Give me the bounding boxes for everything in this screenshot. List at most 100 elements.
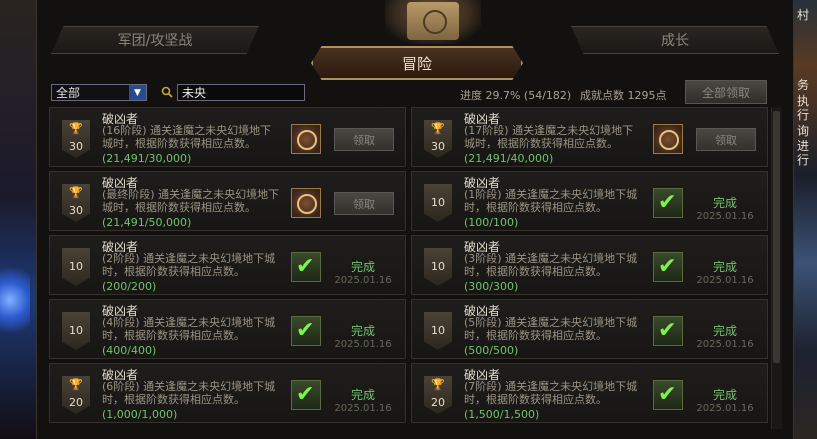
completed-check-icon: ✔ bbox=[653, 188, 683, 218]
reward-seal-icon bbox=[653, 124, 683, 154]
reward-badge: 🏆 30 bbox=[62, 120, 90, 158]
achievement-card: 🏆 30 破凶者 (16阶段) 通关逢魔之未央幻境地下城时，根据阶数获得相应点数。 (2… bbox=[49, 107, 406, 167]
filter-value: 全部 bbox=[56, 86, 81, 100]
achievement-card: 🏆 30 破凶者 (最终阶段) 通关逢魔之未央幻境地下城时，根据阶数获得相应点数。 (2… bbox=[49, 171, 406, 231]
achievement-progress: (300/300) bbox=[464, 280, 519, 293]
category-filter-select[interactable]: 全部 ▼ bbox=[51, 84, 147, 101]
background-right-scene bbox=[792, 0, 817, 439]
completed-label: 完成 bbox=[712, 324, 737, 338]
badge-points: 20 bbox=[69, 396, 83, 409]
achievement-window: 军团/攻坚战 成长 冒险 全部 ▼ 进度 29.7% (54/182) 成就点数… bbox=[36, 0, 794, 439]
completed-check-icon: ✔ bbox=[291, 252, 321, 282]
trophy-icon: 🏆 bbox=[431, 378, 445, 391]
completed-date: 2025.01.16 bbox=[696, 339, 754, 350]
reward-badge: 10 bbox=[424, 312, 452, 350]
completed-check-icon: ✔ bbox=[291, 316, 321, 346]
achievement-description: (7阶段) 通关逢魔之未央幻境地下城时，根据阶数获得相应点数。 bbox=[464, 380, 638, 406]
tab-legion[interactable]: 军团/攻坚战 bbox=[51, 26, 259, 54]
badge-points: 30 bbox=[431, 140, 445, 153]
reward-badge: 🏆 20 bbox=[424, 376, 452, 414]
achievement-progress: (1,000/1,000) bbox=[102, 408, 178, 421]
completed-date: 2025.01.16 bbox=[696, 275, 754, 286]
side-text-3: 执行 bbox=[797, 94, 810, 122]
achievement-card: 10 破凶者 (1阶段) 通关逢魔之未央幻境地下城时，根据阶数获得相应点数。 (100… bbox=[411, 171, 768, 231]
achievement-card: 10 破凶者 (2阶段) 通关逢魔之未央幻境地下城时，根据阶数获得相应点数。 (200… bbox=[49, 235, 406, 295]
completed-label: 完成 bbox=[350, 324, 375, 338]
completed-check-icon: ✔ bbox=[291, 380, 321, 410]
achievement-progress: (1,500/1,500) bbox=[464, 408, 540, 421]
reward-badge: 🏆 30 bbox=[424, 120, 452, 158]
achievement-list: 🏆 30 破凶者 (16阶段) 通关逢魔之未央幻境地下城时，根据阶数获得相应点数。 (2… bbox=[49, 107, 773, 435]
claim-button[interactable]: 领取 bbox=[334, 192, 394, 215]
completed-label: 完成 bbox=[712, 196, 737, 210]
badge-points: 10 bbox=[431, 260, 445, 273]
achievement-description: (最终阶段) 通关逢魔之未央幻境地下城时，根据阶数获得相应点数。 bbox=[102, 188, 280, 214]
achievement-card: 🏆 30 破凶者 (17阶段) 通关逢魔之未央幻境地下城时，根据阶数获得相应点数。 (2… bbox=[411, 107, 768, 167]
achievement-progress: (21,491/30,000) bbox=[102, 152, 192, 165]
claim-button[interactable]: 领取 bbox=[696, 128, 756, 151]
background-left-scene bbox=[0, 0, 36, 439]
reward-badge: 10 bbox=[62, 312, 90, 350]
badge-points: 10 bbox=[69, 324, 83, 337]
trophy-icon: 🏆 bbox=[69, 378, 83, 391]
completed-date: 2025.01.16 bbox=[696, 403, 754, 414]
tab-growth[interactable]: 成长 bbox=[571, 26, 779, 54]
achievement-description: (6阶段) 通关逢魔之未央幻境地下城时，根据阶数获得相应点数。 bbox=[102, 380, 276, 406]
achievement-description: (5阶段) 通关逢魔之未央幻境地下城时，根据阶数获得相应点数。 bbox=[464, 316, 638, 342]
trophy-icon: 🏆 bbox=[69, 186, 83, 199]
completed-check-icon: ✔ bbox=[653, 316, 683, 346]
completed-label: 完成 bbox=[350, 260, 375, 274]
side-text-5: 进行 bbox=[797, 139, 810, 167]
list-scrollbar[interactable] bbox=[771, 107, 782, 429]
badge-points: 10 bbox=[431, 324, 445, 337]
compass-dial bbox=[423, 10, 447, 34]
achievement-progress: (21,491/50,000) bbox=[102, 216, 192, 229]
completed-label: 完成 bbox=[350, 388, 375, 402]
search-icon bbox=[161, 86, 173, 98]
reward-seal-icon bbox=[291, 188, 321, 218]
achievement-progress: (100/100) bbox=[464, 216, 519, 229]
completed-label: 完成 bbox=[712, 388, 737, 402]
completed-date: 2025.01.16 bbox=[334, 403, 392, 414]
achievement-description: (3阶段) 通关逢魔之未央幻境地下城时，根据阶数获得相应点数。 bbox=[464, 252, 638, 278]
tab-adventure[interactable]: 冒险 bbox=[311, 46, 523, 80]
completed-date: 2025.01.16 bbox=[334, 339, 392, 350]
achievement-card: 10 破凶者 (5阶段) 通关逢魔之未央幻境地下城时，根据阶数获得相应点数。 (500… bbox=[411, 299, 768, 359]
achievement-description: (2阶段) 通关逢魔之未央幻境地下城时，根据阶数获得相应点数。 bbox=[102, 252, 276, 278]
achievement-progress: (200/200) bbox=[102, 280, 157, 293]
claim-button[interactable]: 领取 bbox=[334, 128, 394, 151]
search-input[interactable] bbox=[177, 84, 305, 101]
achievement-progress: (400/400) bbox=[102, 344, 157, 357]
reward-badge: 🏆 20 bbox=[62, 376, 90, 414]
progress-label: 进度 29.7% (54/182) bbox=[460, 89, 572, 102]
badge-points: 10 bbox=[69, 260, 83, 273]
badge-points: 10 bbox=[431, 196, 445, 209]
achievement-card: 🏆 20 破凶者 (6阶段) 通关逢魔之未央幻境地下城时，根据阶数获得相应点数。 (1,… bbox=[49, 363, 406, 423]
achievement-description: (16阶段) 通关逢魔之未央幻境地下城时，根据阶数获得相应点数。 bbox=[102, 124, 272, 150]
achievement-progress: (21,491/40,000) bbox=[464, 152, 554, 165]
achievement-progress: (500/500) bbox=[464, 344, 519, 357]
achievement-card: 10 破凶者 (4阶段) 通关逢魔之未央幻境地下城时，根据阶数获得相应点数。 (400… bbox=[49, 299, 406, 359]
reward-badge: 10 bbox=[424, 248, 452, 286]
badge-points: 30 bbox=[69, 140, 83, 153]
reward-badge: 🏆 30 bbox=[62, 184, 90, 222]
completed-check-icon: ✔ bbox=[653, 380, 683, 410]
completed-date: 2025.01.16 bbox=[334, 275, 392, 286]
reward-badge: 10 bbox=[62, 248, 90, 286]
claim-all-button[interactable]: 全部领取 bbox=[685, 80, 767, 104]
trophy-icon: 🏆 bbox=[69, 122, 83, 135]
badge-points: 30 bbox=[69, 204, 83, 217]
completed-label: 完成 bbox=[712, 260, 737, 274]
scroll-emblem-icon bbox=[385, 0, 481, 44]
achievement-card: 🏆 20 破凶者 (7阶段) 通关逢魔之未央幻境地下城时，根据阶数获得相应点数。 (1,… bbox=[411, 363, 768, 423]
completed-check-icon: ✔ bbox=[653, 252, 683, 282]
scrollbar-thumb[interactable] bbox=[773, 111, 780, 363]
achievement-description: (1阶段) 通关逢魔之未央幻境地下城时，根据阶数获得相应点数。 bbox=[464, 188, 638, 214]
reward-badge: 10 bbox=[424, 184, 452, 222]
badge-points: 20 bbox=[431, 396, 445, 409]
side-text-4: 询 bbox=[797, 124, 810, 138]
trophy-icon: 🏆 bbox=[431, 122, 445, 135]
achievement-description: (4阶段) 通关逢魔之未央幻境地下城时，根据阶数获得相应点数。 bbox=[102, 316, 276, 342]
achievement-card: 10 破凶者 (3阶段) 通关逢魔之未央幻境地下城时，根据阶数获得相应点数。 (300… bbox=[411, 235, 768, 295]
dropdown-arrow-icon[interactable]: ▼ bbox=[129, 85, 146, 100]
